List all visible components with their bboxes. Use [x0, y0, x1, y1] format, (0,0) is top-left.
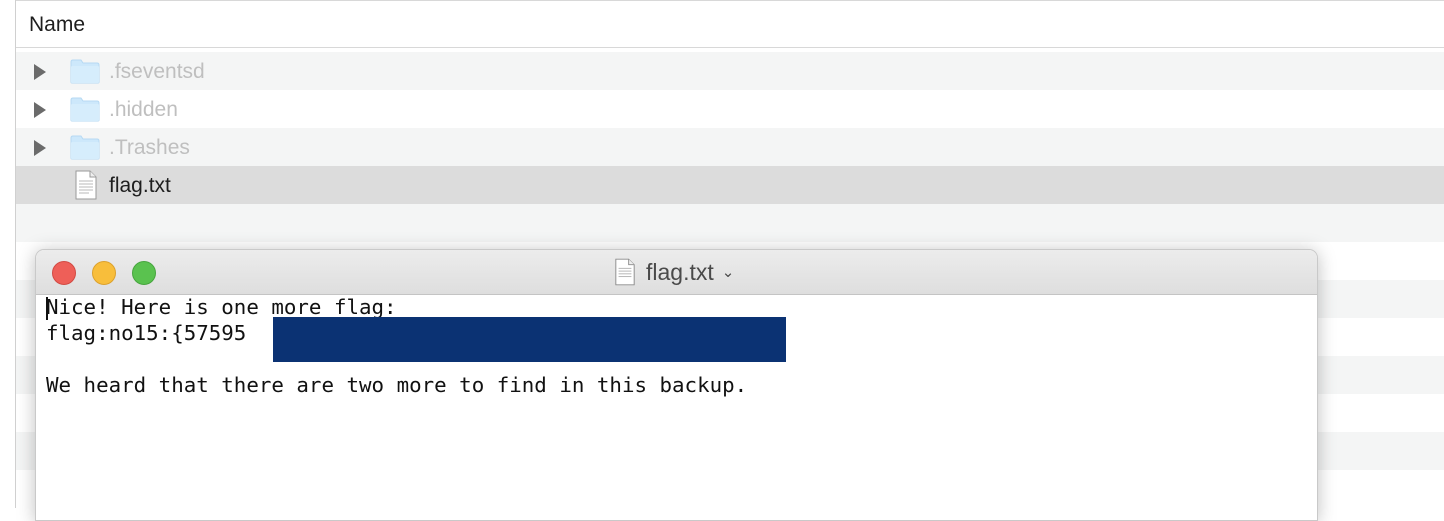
text-line: flag:no15:{57595 — [46, 321, 247, 345]
text-line: We heard that there are two more to find… — [46, 373, 748, 397]
folder-icon — [70, 59, 100, 84]
document-icon — [615, 258, 635, 286]
zoom-window-button[interactable] — [132, 261, 156, 285]
folder-icon — [70, 135, 100, 160]
text-line: Nice! Here is one more flag: — [46, 295, 397, 319]
window-titlebar[interactable]: flag.txt ⌄ — [36, 250, 1317, 295]
textedit-window: flag.txt ⌄ Nice! Here is one more flag: … — [35, 249, 1318, 521]
text-editor-area[interactable]: Nice! Here is one more flag: flag:no15:{… — [36, 295, 1317, 520]
close-window-button[interactable] — [52, 261, 76, 285]
text-file-icon — [75, 170, 97, 200]
disclosure-triangle-icon[interactable] — [34, 102, 46, 118]
file-name: flag.txt — [109, 174, 171, 197]
empty-row — [16, 204, 1444, 242]
list-item-flag-txt[interactable]: flag.txt — [16, 166, 1444, 204]
list-item-hidden[interactable]: .hidden — [16, 90, 1444, 128]
folder-icon — [70, 97, 100, 122]
disclosure-triangle-icon[interactable] — [34, 140, 46, 156]
list-item-fseventsd[interactable]: .fseventsd — [16, 52, 1444, 90]
window-title-text: flag.txt — [646, 258, 714, 285]
minimize-window-button[interactable] — [92, 261, 116, 285]
file-name: .fseventsd — [109, 60, 205, 83]
redaction-block — [273, 317, 786, 362]
column-header-label: Name — [29, 13, 86, 36]
file-name: .Trashes — [109, 136, 190, 159]
window-title[interactable]: flag.txt ⌄ — [614, 258, 734, 286]
name-column-header[interactable]: Name — [16, 0, 1444, 48]
list-item-trashes[interactable]: .Trashes — [16, 128, 1444, 166]
chevron-down-icon[interactable]: ⌄ — [722, 263, 735, 281]
file-name: .hidden — [109, 98, 178, 121]
disclosure-triangle-icon[interactable] — [34, 64, 46, 80]
